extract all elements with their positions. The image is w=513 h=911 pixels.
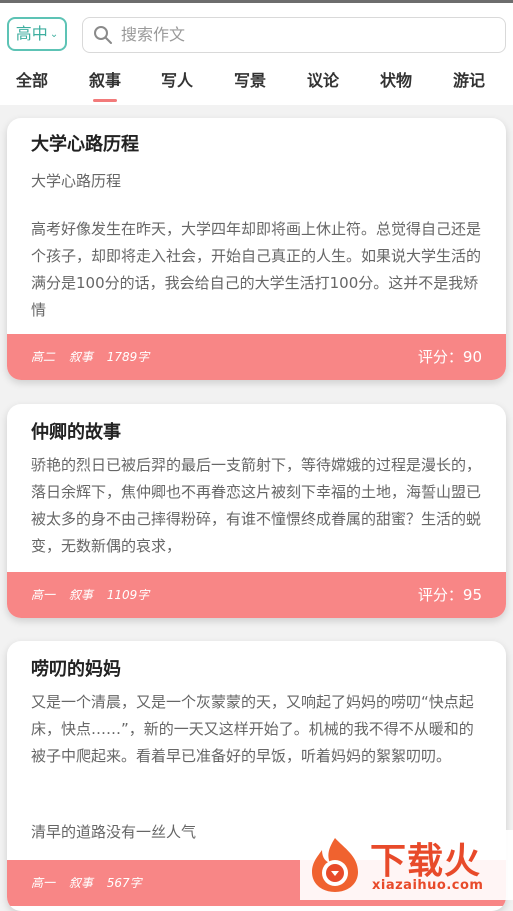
- watermark-url: xiazaihuo.com: [372, 878, 484, 893]
- essay-card[interactable]: 大学心路历程 大学心路历程 高考好像发生在昨天，大学四年却即将画上休止符。总觉得…: [7, 118, 506, 380]
- essay-word-count: 567字: [106, 876, 142, 890]
- essay-title: 仲卿的故事: [31, 422, 121, 443]
- chevron-down-icon: ⌄: [49, 28, 59, 40]
- category-tabs: 全部 叙事 写人 写景 议论 状物 游记: [0, 63, 513, 105]
- essay-title: 唠叨的妈妈: [31, 659, 121, 680]
- essay-excerpt: 骄艳的烈日已被后羿的最后一支箭射下，等待嫦娥的过程是漫长的，落日余辉下，焦仲卿也…: [31, 456, 482, 555]
- essay-excerpt: 高考好像发生在昨天，大学四年却即将画上休止符。总觉得自己还是个孩子，却即将走入社…: [31, 220, 482, 319]
- essay-excerpt-continued: 清早的道路没有一丝人气: [31, 823, 197, 841]
- essay-genre: 叙事: [68, 350, 93, 364]
- tab-object[interactable]: 状物: [366, 63, 426, 105]
- tab-travel[interactable]: 游记: [439, 63, 499, 105]
- essay-excerpt: 又是一个清晨，又是一个灰蒙蒙的天，又响起了妈妈的唠叨“快点起床，快点……”，新的…: [31, 693, 474, 765]
- essay-grade: 高一: [31, 876, 56, 890]
- essay-meta: 高二 叙事 1789字: [31, 334, 159, 380]
- watermark: 下载火 xiazaihuo.com: [300, 830, 513, 900]
- essay-score: 评分：95: [417, 586, 482, 604]
- essay-genre: 叙事: [68, 876, 93, 890]
- essay-grade: 高一: [31, 588, 56, 602]
- essay-meta: 高一 叙事 1109字: [31, 572, 159, 618]
- essay-card[interactable]: 仲卿的故事 骄艳的烈日已被后羿的最后一支箭射下，等待嫦娥的过程是漫长的，落日余辉…: [7, 404, 506, 618]
- essay-word-count: 1789字: [106, 350, 150, 364]
- watermark-brand: 下载火: [370, 841, 482, 882]
- flame-logo-icon: [312, 838, 358, 892]
- search-placeholder: 搜索作文: [121, 25, 186, 44]
- essay-genre: 叙事: [68, 588, 93, 602]
- card-footer: 高二 叙事 1789字 评分：90: [7, 334, 506, 380]
- tab-scenery[interactable]: 写景: [220, 63, 280, 105]
- tab-narrative[interactable]: 叙事: [75, 63, 135, 105]
- tab-argument[interactable]: 议论: [293, 63, 353, 105]
- card-footer: 高一 叙事 1109字 评分：95: [7, 572, 506, 618]
- tab-all[interactable]: 全部: [2, 63, 62, 105]
- essay-grade: 高二: [31, 350, 56, 364]
- level-label: 高中: [15, 24, 48, 43]
- search-icon: [94, 26, 112, 44]
- essay-word-count: 1109字: [106, 588, 150, 602]
- search-input[interactable]: 搜索作文: [82, 17, 506, 53]
- essay-meta: 高一 叙事 567字: [31, 860, 152, 906]
- essay-title: 大学心路历程: [31, 134, 139, 155]
- header: 高中 ⌄ 搜索作文: [0, 3, 513, 63]
- essay-score: 评分：90: [417, 348, 482, 366]
- active-tab-underline: [93, 99, 117, 102]
- level-selector[interactable]: 高中 ⌄: [7, 17, 67, 51]
- tab-portrait[interactable]: 写人: [147, 63, 207, 105]
- essay-subtitle: 大学心路历程: [31, 172, 122, 190]
